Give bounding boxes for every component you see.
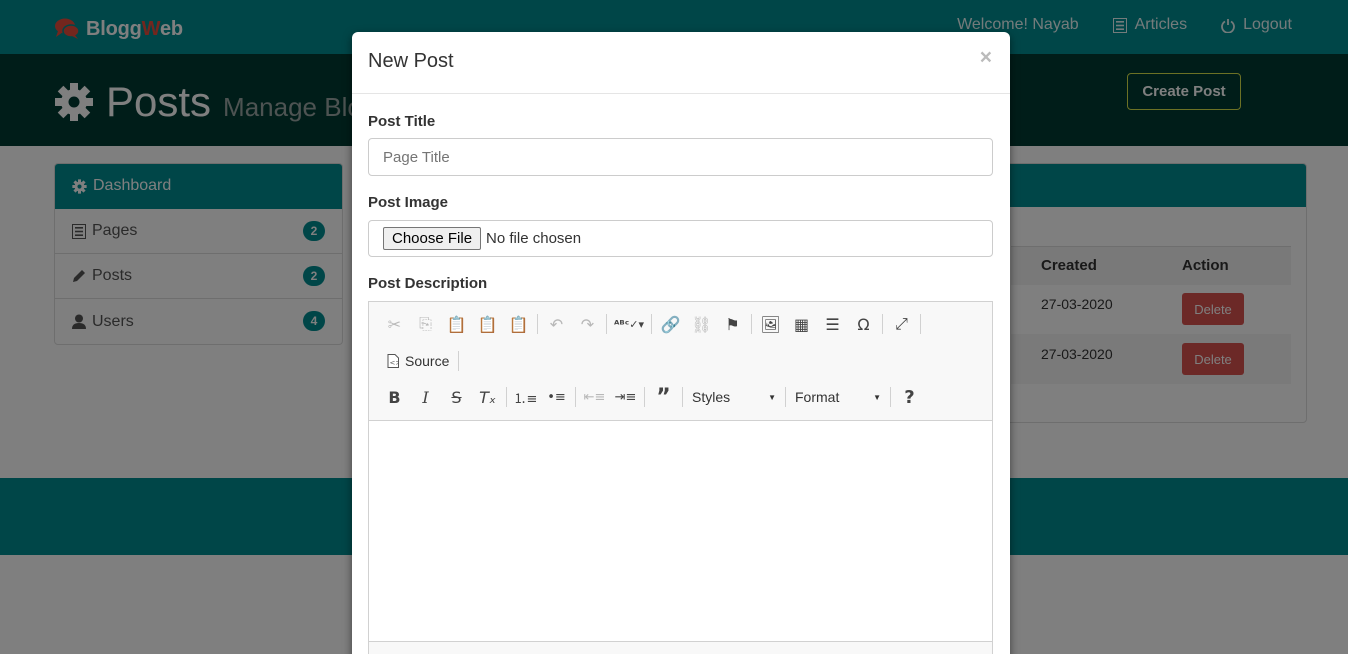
separator xyxy=(882,314,883,334)
modal-header: New Post xyxy=(352,32,1010,94)
image-icon[interactable]: 🖼 xyxy=(755,311,786,337)
svg-text:<>: <> xyxy=(390,359,400,367)
modal-title: New Post xyxy=(368,50,454,72)
link-icon[interactable]: 🔗 xyxy=(655,311,686,337)
separator xyxy=(651,314,652,334)
file-status: No file chosen xyxy=(486,230,582,247)
cut-icon[interactable]: ✂ xyxy=(379,311,410,337)
post-image-label: Post Image xyxy=(368,194,449,211)
separator xyxy=(682,387,683,407)
post-title-label: Post Title xyxy=(368,113,436,130)
separator xyxy=(644,387,645,407)
indent-icon[interactable]: ⇥≡ xyxy=(610,384,641,410)
separator xyxy=(606,314,607,334)
chevron-down-icon: ▼ xyxy=(768,392,776,402)
new-post-modal: New Post × Post Title Post Image Choose … xyxy=(352,32,1010,654)
maximize-icon[interactable]: ⤢ xyxy=(886,311,917,337)
source-button[interactable]: <> Source xyxy=(379,353,455,369)
editor-toolbar: ✂ ⎘ 📋 📋 📋 ↶ ↷ ᴬᴮᶜ✓▾ 🔗 ⛓ ⚑ 🖼 ▦ ☰ Ω ⤢ <> S… xyxy=(369,302,992,421)
help-icon[interactable]: ? xyxy=(894,384,925,410)
editor-status-bar xyxy=(369,641,992,654)
horizontal-line-icon[interactable]: ☰ xyxy=(817,311,848,337)
strikethrough-icon[interactable]: S xyxy=(441,384,472,410)
post-image-file-input[interactable]: Choose File No file chosen xyxy=(368,220,993,257)
separator xyxy=(890,387,891,407)
copy-icon[interactable]: ⎘ xyxy=(410,311,441,337)
redo-icon[interactable]: ↷ xyxy=(572,311,603,337)
separator xyxy=(575,387,576,407)
rich-text-editor: ✂ ⎘ 📋 📋 📋 ↶ ↷ ᴬᴮᶜ✓▾ 🔗 ⛓ ⚑ 🖼 ▦ ☰ Ω ⤢ <> S… xyxy=(368,301,993,654)
separator xyxy=(506,387,507,407)
toolbar-row-2: <> Source xyxy=(379,346,462,376)
styles-dropdown[interactable]: Styles ▼ xyxy=(686,384,782,410)
outdent-icon[interactable]: ⇤≡ xyxy=(579,384,610,410)
editor-content-area[interactable] xyxy=(369,421,992,641)
paste-text-icon[interactable]: 📋 xyxy=(472,311,503,337)
paste-word-icon[interactable]: 📋 xyxy=(503,311,534,337)
unlink-icon[interactable]: ⛓ xyxy=(686,311,717,337)
post-title-input[interactable] xyxy=(368,138,993,176)
separator xyxy=(537,314,538,334)
separator xyxy=(785,387,786,407)
bulleted-list-icon[interactable]: •≡ xyxy=(541,384,572,410)
separator xyxy=(458,351,460,371)
post-description-label: Post Description xyxy=(368,275,488,292)
spellcheck-icon[interactable]: ᴬᴮᶜ✓▾ xyxy=(610,311,648,337)
special-char-icon[interactable]: Ω xyxy=(848,311,879,337)
anchor-flag-icon[interactable]: ⚑ xyxy=(717,311,748,337)
separator xyxy=(751,314,752,334)
paste-icon[interactable]: 📋 xyxy=(441,311,472,337)
separator xyxy=(920,314,921,334)
numbered-list-icon[interactable]: ⒈≡ xyxy=(510,384,541,410)
format-dropdown[interactable]: Format ▼ xyxy=(789,384,887,410)
remove-format-icon[interactable]: Tₓ xyxy=(472,384,503,410)
undo-icon[interactable]: ↶ xyxy=(541,311,572,337)
chevron-down-icon: ▼ xyxy=(873,392,881,402)
blockquote-icon[interactable]: ” xyxy=(648,384,679,410)
italic-icon[interactable]: I xyxy=(410,384,441,410)
toolbar-row-1: ✂ ⎘ 📋 📋 📋 ↶ ↷ ᴬᴮᶜ✓▾ 🔗 ⛓ ⚑ 🖼 ▦ ☰ Ω ⤢ xyxy=(379,309,924,339)
source-icon: <> xyxy=(387,354,399,368)
toolbar-row-3: B I S Tₓ ⒈≡ •≡ ⇤≡ ⇥≡ ” Styles ▼ Format ▼ ? xyxy=(379,382,925,412)
table-icon[interactable]: ▦ xyxy=(786,311,817,337)
close-button[interactable]: × xyxy=(980,46,992,70)
bold-icon[interactable]: B xyxy=(379,384,410,410)
choose-file-button[interactable]: Choose File xyxy=(383,227,482,250)
